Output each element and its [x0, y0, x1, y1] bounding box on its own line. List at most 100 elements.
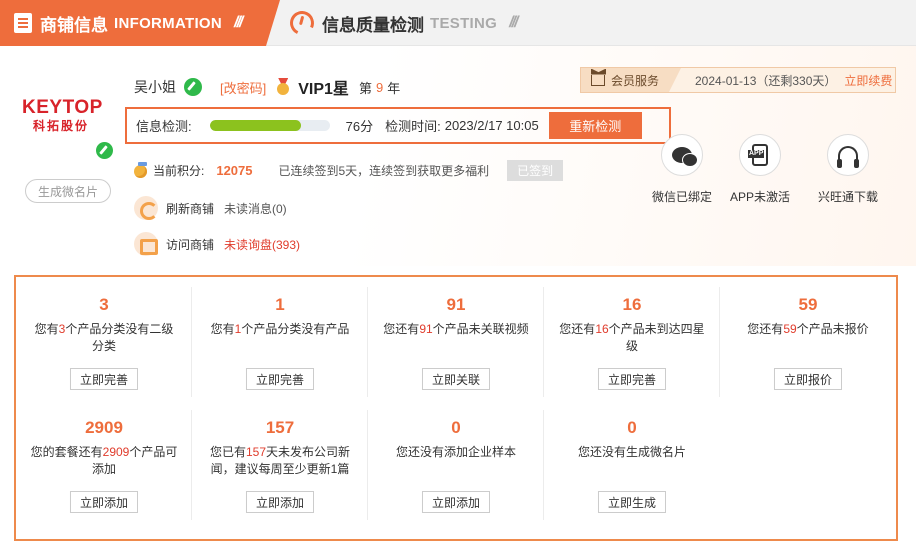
task-count: 3 — [99, 295, 109, 314]
xingwangtong-download[interactable]: 兴旺通下载 — [804, 134, 892, 205]
membership-expiry: 2024-01-13（还剩330天） — [695, 73, 837, 88]
task-action-button[interactable]: 立即完善 — [597, 368, 667, 390]
task-card: 3 您有3个产品分类没有二级分类 立即完善 — [16, 277, 192, 400]
task-action-button[interactable]: 立即添加 — [421, 491, 491, 513]
tab-subtitle: INFORMATION — [114, 14, 223, 32]
task-action-button[interactable]: 立即报价 — [773, 368, 843, 390]
tab-title: 商铺信息 — [40, 15, 108, 35]
task-action-button[interactable]: 立即添加 — [69, 491, 139, 513]
detection-time: 2023/2/17 10:05 — [444, 118, 539, 133]
task-count: 157 — [265, 418, 295, 437]
signed-in-button[interactable]: 已签到 — [507, 159, 564, 181]
task-count: 16 — [622, 295, 642, 314]
tab-slash-decoration: /// — [509, 14, 518, 31]
task-count: 59 — [798, 295, 818, 314]
quick-label: 兴旺通下载 — [817, 190, 878, 204]
shop-info-panel: KEYTOP 科拓股份 生成微名片 吴小姐 [改密码] VIP1星 第 9 年 … — [0, 46, 916, 266]
task-card: 2909 您的套餐还有2909个产品可添加 立即添加 — [16, 400, 192, 523]
points-value: 12075 — [216, 162, 253, 178]
task-action-button[interactable]: 立即关联 — [421, 368, 491, 390]
task-count: 0 — [451, 418, 461, 437]
task-card: 1 您有1个产品分类没有产品 立即完善 — [192, 277, 368, 400]
points-label: 当前积分: — [153, 163, 205, 178]
task-card: 16 您还有16个产品未到达四星级 立即完善 — [544, 277, 720, 400]
generate-card-button[interactable]: 生成微名片 — [25, 179, 111, 203]
task-description: 您还有59个产品未报价 — [747, 322, 869, 336]
app-activation[interactable]: APP未激活 — [716, 134, 804, 205]
task-action-button[interactable]: 立即生成 — [597, 491, 667, 513]
points-row: 当前积分: 12075 已连续签到5天，连续签到获取更多福利 已签到 — [134, 159, 564, 181]
app-icon — [739, 134, 781, 176]
task-description: 您已有157天未发布公司新闻，建议每周至少更新1篇 — [209, 445, 351, 476]
task-count: 1 — [275, 295, 285, 314]
detection-label: 信息检测: — [136, 119, 192, 134]
document-icon — [14, 13, 32, 33]
tab-bar: 商铺信息 INFORMATION /// 信息质量检测 TESTING /// — [0, 0, 916, 46]
user-info-row: 吴小姐 [改密码] VIP1星 第 9 年 — [134, 77, 401, 98]
quick-label: APP未激活 — [729, 190, 790, 204]
wechat-icon — [661, 134, 703, 176]
recheck-button[interactable]: 重新检测 — [548, 112, 642, 139]
refresh-icon — [134, 196, 158, 220]
user-name: 吴小姐 — [134, 79, 176, 95]
quick-actions: 微信已绑定 APP未激活 兴旺通下载 — [648, 134, 892, 205]
coin-icon — [134, 162, 149, 178]
detection-score: 76分 — [345, 119, 374, 134]
tab-slash-decoration: /// — [234, 14, 243, 31]
headset-glyph — [837, 146, 859, 168]
detection-progress-bar — [209, 120, 330, 131]
task-description: 您有1个产品分类没有产品 — [210, 322, 350, 336]
company-logo: KEYTOP 科拓股份 — [22, 98, 116, 134]
detection-progress-fill — [209, 120, 301, 131]
visit-shop-label: 访问商铺 — [166, 237, 215, 252]
rank-suffix: 年 — [387, 80, 401, 96]
crown-icon — [591, 74, 605, 86]
medal-icon — [276, 78, 290, 96]
task-card: 0 您还没有生成微名片 立即生成 — [544, 400, 720, 523]
quick-label: 微信已绑定 — [651, 190, 712, 204]
task-description: 您有3个产品分类没有二级分类 — [34, 322, 174, 353]
tab-testing[interactable]: 信息质量检测 TESTING /// — [286, 0, 519, 46]
task-action-button[interactable]: 立即完善 — [245, 368, 315, 390]
visit-shop-row[interactable]: 访问商铺 未读询盘(393) — [134, 232, 300, 256]
refresh-shop-label: 刷新商铺 — [166, 201, 215, 216]
task-card: 157 您已有157天未发布公司新闻，建议每周至少更新1篇 立即添加 — [192, 400, 368, 523]
edit-logo-icon[interactable] — [96, 142, 113, 159]
change-password-link[interactable]: [改密码] — [220, 78, 266, 97]
logo-wordmark: KEYTOP — [22, 97, 103, 118]
task-count: 0 — [627, 418, 637, 437]
detection-time-label: 检测时间: — [385, 119, 441, 134]
task-action-button[interactable]: 立即完善 — [69, 368, 139, 390]
unread-inquiries[interactable]: 未读询盘(393) — [224, 236, 300, 253]
tab-information[interactable]: 商铺信息 INFORMATION /// — [0, 0, 280, 46]
shop-icon — [134, 232, 158, 256]
task-count: 2909 — [85, 418, 123, 437]
task-card: 59 您还有59个产品未报价 立即报价 — [720, 277, 896, 400]
gauge-icon — [286, 7, 318, 39]
tab-subtitle: TESTING — [430, 14, 498, 32]
renew-link[interactable]: 立即续费 — [844, 72, 892, 89]
task-description: 您还有91个产品未关联视频 — [383, 322, 529, 336]
task-description: 您的套餐还有2909个产品可添加 — [30, 445, 178, 476]
unread-messages[interactable]: 未读消息(0) — [224, 200, 287, 217]
rank-prefix: 第 — [358, 80, 372, 96]
member-service-label[interactable]: 会员服务 — [581, 68, 681, 92]
app-glyph — [748, 144, 768, 166]
rank-number: 9 — [375, 79, 384, 95]
signin-message: 已连续签到5天，连续签到获取更多福利 — [278, 163, 490, 178]
task-card: 91 您还有91个产品未关联视频 立即关联 — [368, 277, 544, 400]
task-card: 0 您还没有添加企业样本 立即添加 — [368, 400, 544, 523]
wechat-binding[interactable]: 微信已绑定 — [648, 134, 716, 205]
vip-level: VIP1星 — [298, 81, 349, 98]
headset-icon — [827, 134, 869, 176]
member-label-text: 会员服务 — [611, 73, 660, 88]
edit-name-icon[interactable] — [184, 78, 202, 96]
logo-subtitle: 科拓股份 — [32, 119, 89, 133]
task-action-button[interactable]: 立即添加 — [245, 491, 315, 513]
refresh-shop-row[interactable]: 刷新商铺 未读消息(0) — [134, 196, 287, 220]
info-detection-box: 信息检测: 76分 检测时间: 2023/2/17 10:05 重新检测 — [125, 107, 671, 144]
task-grid: 3 您有3个产品分类没有二级分类 立即完善 1 您有1个产品分类没有产品 立即完… — [14, 275, 898, 541]
wechat-glyph — [672, 147, 698, 167]
task-description: 您还没有添加企业样本 — [395, 445, 516, 459]
task-description: 您还没有生成微名片 — [577, 445, 686, 459]
